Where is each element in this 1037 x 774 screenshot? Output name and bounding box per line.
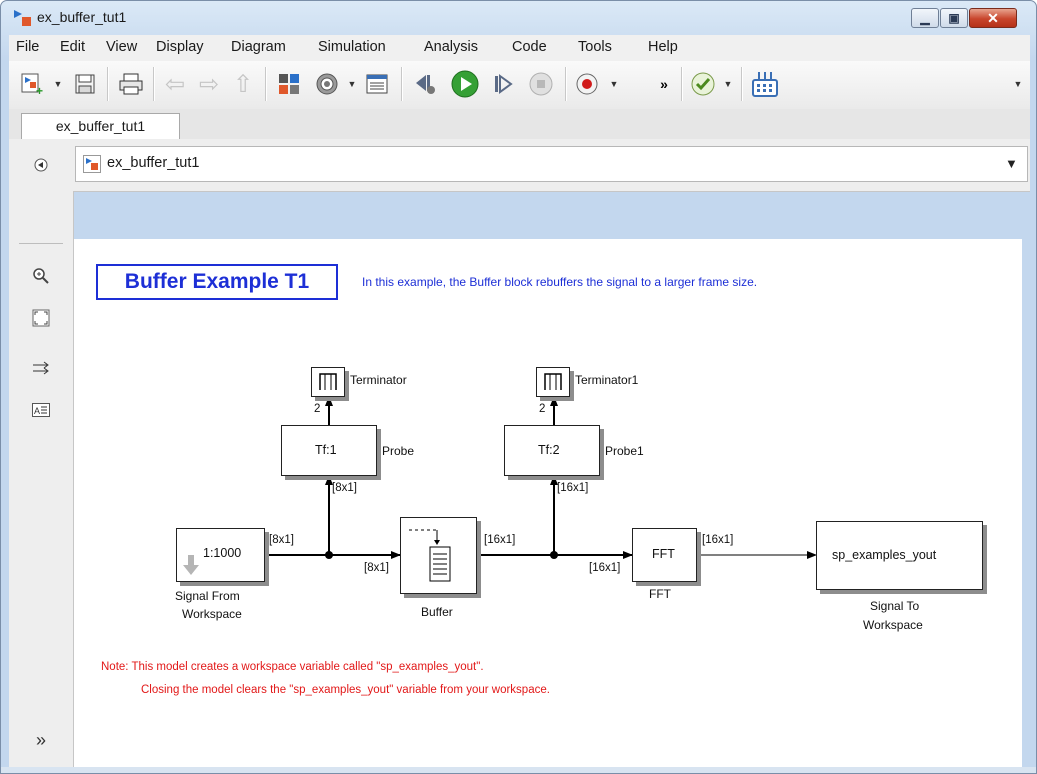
fft-block[interactable]: FFT (632, 528, 697, 582)
terminator1-block[interactable] (536, 367, 570, 397)
signal-dim-fft-out: [16x1] (702, 534, 734, 546)
diagram-description: In this example, the Buffer block rebuff… (362, 275, 758, 289)
fft-label: FFT (649, 587, 671, 601)
source-label-line2: Workspace (182, 607, 242, 621)
probe-block[interactable]: Tf:1 (281, 425, 377, 476)
down-arrow-icon (183, 555, 199, 575)
app-window: ex_buffer_tut1 ▁ ▣ ✕ File Edit View Disp… (0, 0, 1037, 774)
source-value: 1:1000 (203, 546, 242, 560)
source-label-line1: Signal From (175, 589, 240, 603)
sink-value: sp_examples_yout (832, 548, 937, 562)
sink-label-line1: Signal To (870, 599, 920, 613)
buffer-label: Buffer (421, 605, 453, 619)
signal-dim-probe1-in: [16x1] (557, 482, 589, 494)
note-line-2: Closing the model clears the "sp_example… (141, 684, 550, 696)
signal-from-workspace-block[interactable]: 1:1000 (176, 528, 265, 582)
signal-dim-probe1-out: 2 (539, 403, 546, 415)
signal-lines (265, 396, 817, 559)
signal-dim-source-out: [8x1] (269, 534, 294, 546)
probe-label: Probe (382, 444, 415, 458)
signal-dim-probe-in: [8x1] (332, 482, 357, 494)
terminator-icon (319, 373, 337, 390)
status-bar (1, 767, 1036, 773)
buffer-block[interactable] (400, 517, 477, 594)
terminator-block[interactable] (311, 367, 345, 397)
terminator1-label: Terminator1 (575, 373, 639, 387)
probe-value: Tf:1 (315, 443, 337, 457)
signal-dim-fft-in: [16x1] (589, 562, 621, 574)
signal-dim-buffer-in: [8x1] (364, 562, 389, 574)
sink-label-line2: Workspace (863, 618, 923, 632)
buffer-icon (409, 529, 451, 582)
note-line-1: Note: This model creates a workspace var… (101, 661, 484, 673)
signal-dim-probe-out: 2 (314, 403, 321, 415)
probe1-block[interactable]: Tf:2 (504, 425, 600, 476)
probe1-label: Probe1 (605, 444, 644, 458)
terminator-label: Terminator (350, 373, 407, 387)
signal-to-workspace-block[interactable]: sp_examples_yout (816, 521, 983, 590)
probe1-value: Tf:2 (538, 443, 560, 457)
terminator-icon (544, 373, 562, 390)
fft-value: FFT (652, 547, 675, 561)
signal-dim-buffer-out: [16x1] (484, 534, 516, 546)
diagram-title: Buffer Example T1 (96, 264, 338, 300)
